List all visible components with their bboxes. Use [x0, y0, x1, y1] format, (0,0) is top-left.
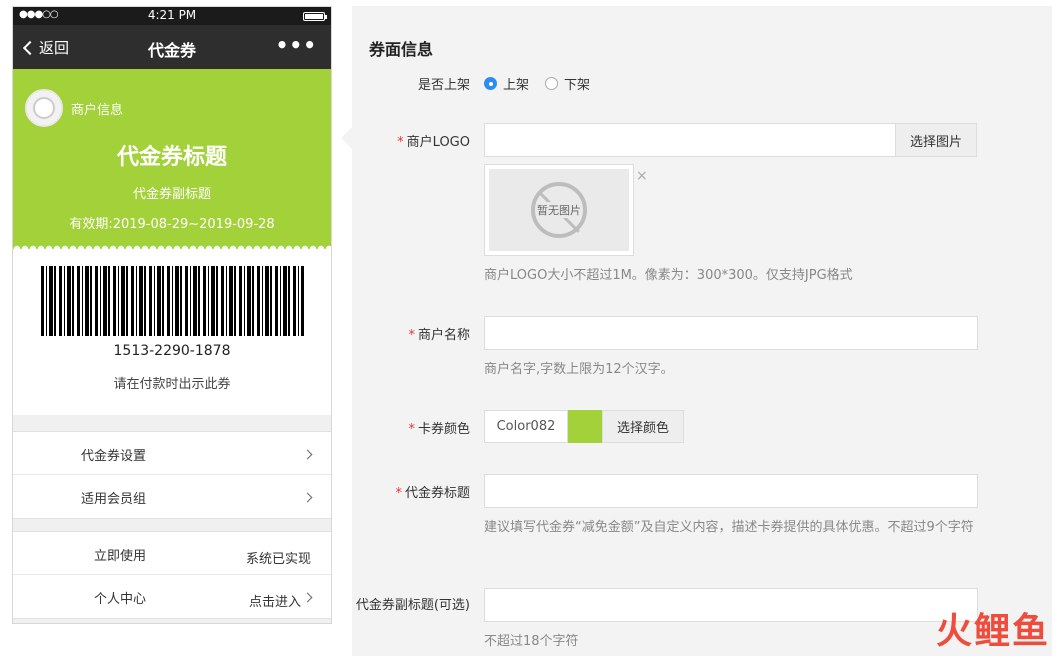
- more-icon[interactable]: •••: [276, 33, 317, 57]
- radio-unlisted[interactable]: 下架: [545, 74, 590, 93]
- logo-path-input[interactable]: [484, 123, 896, 157]
- coupon-form-panel: 券面信息 是否上架 上架 下架 * 商户LOGO 选择图片 暂无图片 × 商户LO…: [352, 6, 1052, 656]
- radio-label: 下架: [564, 78, 591, 93]
- status-bar: ●●●○○ 4:21 PM: [13, 7, 331, 25]
- required-mark: *: [408, 422, 415, 437]
- voucher-subtitle-help: 不超过18个字符: [484, 634, 579, 649]
- no-image-icon: 暂无图片: [531, 182, 587, 238]
- merchant-name-input[interactable]: [484, 316, 978, 350]
- no-image-text: 暂无图片: [536, 202, 582, 218]
- choose-color-button[interactable]: 选择颜色: [602, 410, 684, 443]
- logo-preview: 暂无图片: [484, 164, 634, 256]
- chevron-right-icon: [302, 492, 313, 503]
- menu-group-settings: 代金券设置 适用会员组: [13, 431, 331, 519]
- menu-item-coupon-settings[interactable]: 代金券设置: [13, 432, 331, 475]
- merchant-logo: [25, 89, 63, 127]
- choose-image-button[interactable]: 选择图片: [895, 123, 977, 157]
- merchant-info: 商户信息: [25, 89, 123, 127]
- menu-item-value: 系统已实现: [245, 552, 311, 567]
- card-color-label-text: 卡券颜色: [417, 422, 470, 437]
- color-name-field: Color082: [484, 410, 568, 443]
- color-swatch[interactable]: [568, 410, 602, 443]
- coupon-title: 代金券标题: [116, 145, 227, 170]
- menu-item-label: 个人中心: [93, 592, 146, 607]
- logo-label-text: 商户LOGO: [406, 135, 470, 150]
- menu-item-use-now[interactable]: 立即使用 系统已实现: [13, 532, 331, 575]
- voucher-title-label-text: 代金券标题: [404, 486, 470, 501]
- chevron-right-icon: [302, 592, 313, 603]
- menu-group-actions: 立即使用 系统已实现 个人中心 点击进入: [13, 531, 331, 619]
- menu-item-member-group[interactable]: 适用会员组: [13, 475, 331, 518]
- phone-preview: ●●●○○ 4:21 PM 返回 代金券 ••• 商户信息 代金券标题 代金券副…: [12, 6, 332, 624]
- watermark-logo: 火鲤鱼: [935, 611, 1050, 652]
- radio-unchecked-icon: [545, 77, 558, 90]
- menu-item-label: 立即使用: [93, 549, 146, 564]
- status-time: 4:21 PM: [147, 8, 197, 22]
- voucher-title-input[interactable]: [484, 474, 978, 508]
- coupon-card-header: 商户信息 代金券标题 代金券副标题 有效期:2019-08-29~2019-09…: [13, 69, 331, 253]
- listing-label: 是否上架: [417, 78, 470, 93]
- barcode-area: 1513-2290-1878 请在付款时出示此券: [13, 249, 331, 415]
- menu-item-personal-center[interactable]: 个人中心 点击进入: [13, 575, 331, 618]
- nav-bar: 返回 代金券 •••: [13, 25, 331, 69]
- barcode-tip: 请在付款时出示此券: [113, 377, 231, 392]
- voucher-title-label: * 代金券标题: [352, 482, 470, 501]
- coupon-validity: 有效期:2019-08-29~2019-09-28: [69, 217, 275, 232]
- voucher-subtitle-input[interactable]: [484, 588, 978, 622]
- menu-item-value: 点击进入: [248, 595, 301, 610]
- voucher-title-help: 建议填写代金券“减免金额”及自定义内容，描述卡券提供的具体优惠。不超过9个字符: [484, 520, 974, 535]
- menu-item-label: 适用会员组: [80, 492, 146, 507]
- logo-help: 商户LOGO大小不超过1M。像素为：300*300。仅支持JPG格式: [484, 268, 853, 283]
- close-icon[interactable]: ×: [636, 168, 648, 184]
- required-mark: *: [397, 135, 404, 150]
- required-mark: *: [408, 328, 415, 343]
- merchant-name-label-text: 商户名称: [417, 328, 470, 343]
- battery-icon: [303, 12, 327, 21]
- barcode-image: [41, 266, 304, 336]
- merchant-name-help: 商户名字,字数上限为12个汉字。: [484, 362, 674, 377]
- menu-item-label: 代金券设置: [80, 449, 146, 464]
- chevron-right-icon: [302, 449, 313, 460]
- section-title: 券面信息: [369, 40, 434, 59]
- radio-checked-icon: [484, 77, 497, 90]
- required-mark: *: [395, 486, 402, 501]
- logo-label: * 商户LOGO: [352, 131, 470, 150]
- radio-listed[interactable]: 上架: [484, 74, 529, 93]
- barcode-number: 1513-2290-1878: [113, 343, 231, 359]
- merchant-name: 商户信息: [71, 102, 124, 118]
- radio-label: 上架: [503, 78, 530, 93]
- voucher-subtitle-label: 代金券副标题(可选): [355, 598, 470, 613]
- merchant-name-label: * 商户名称: [352, 324, 470, 343]
- card-color-label: * 卡券颜色: [352, 418, 470, 437]
- coupon-subtitle: 代金券副标题: [132, 187, 211, 202]
